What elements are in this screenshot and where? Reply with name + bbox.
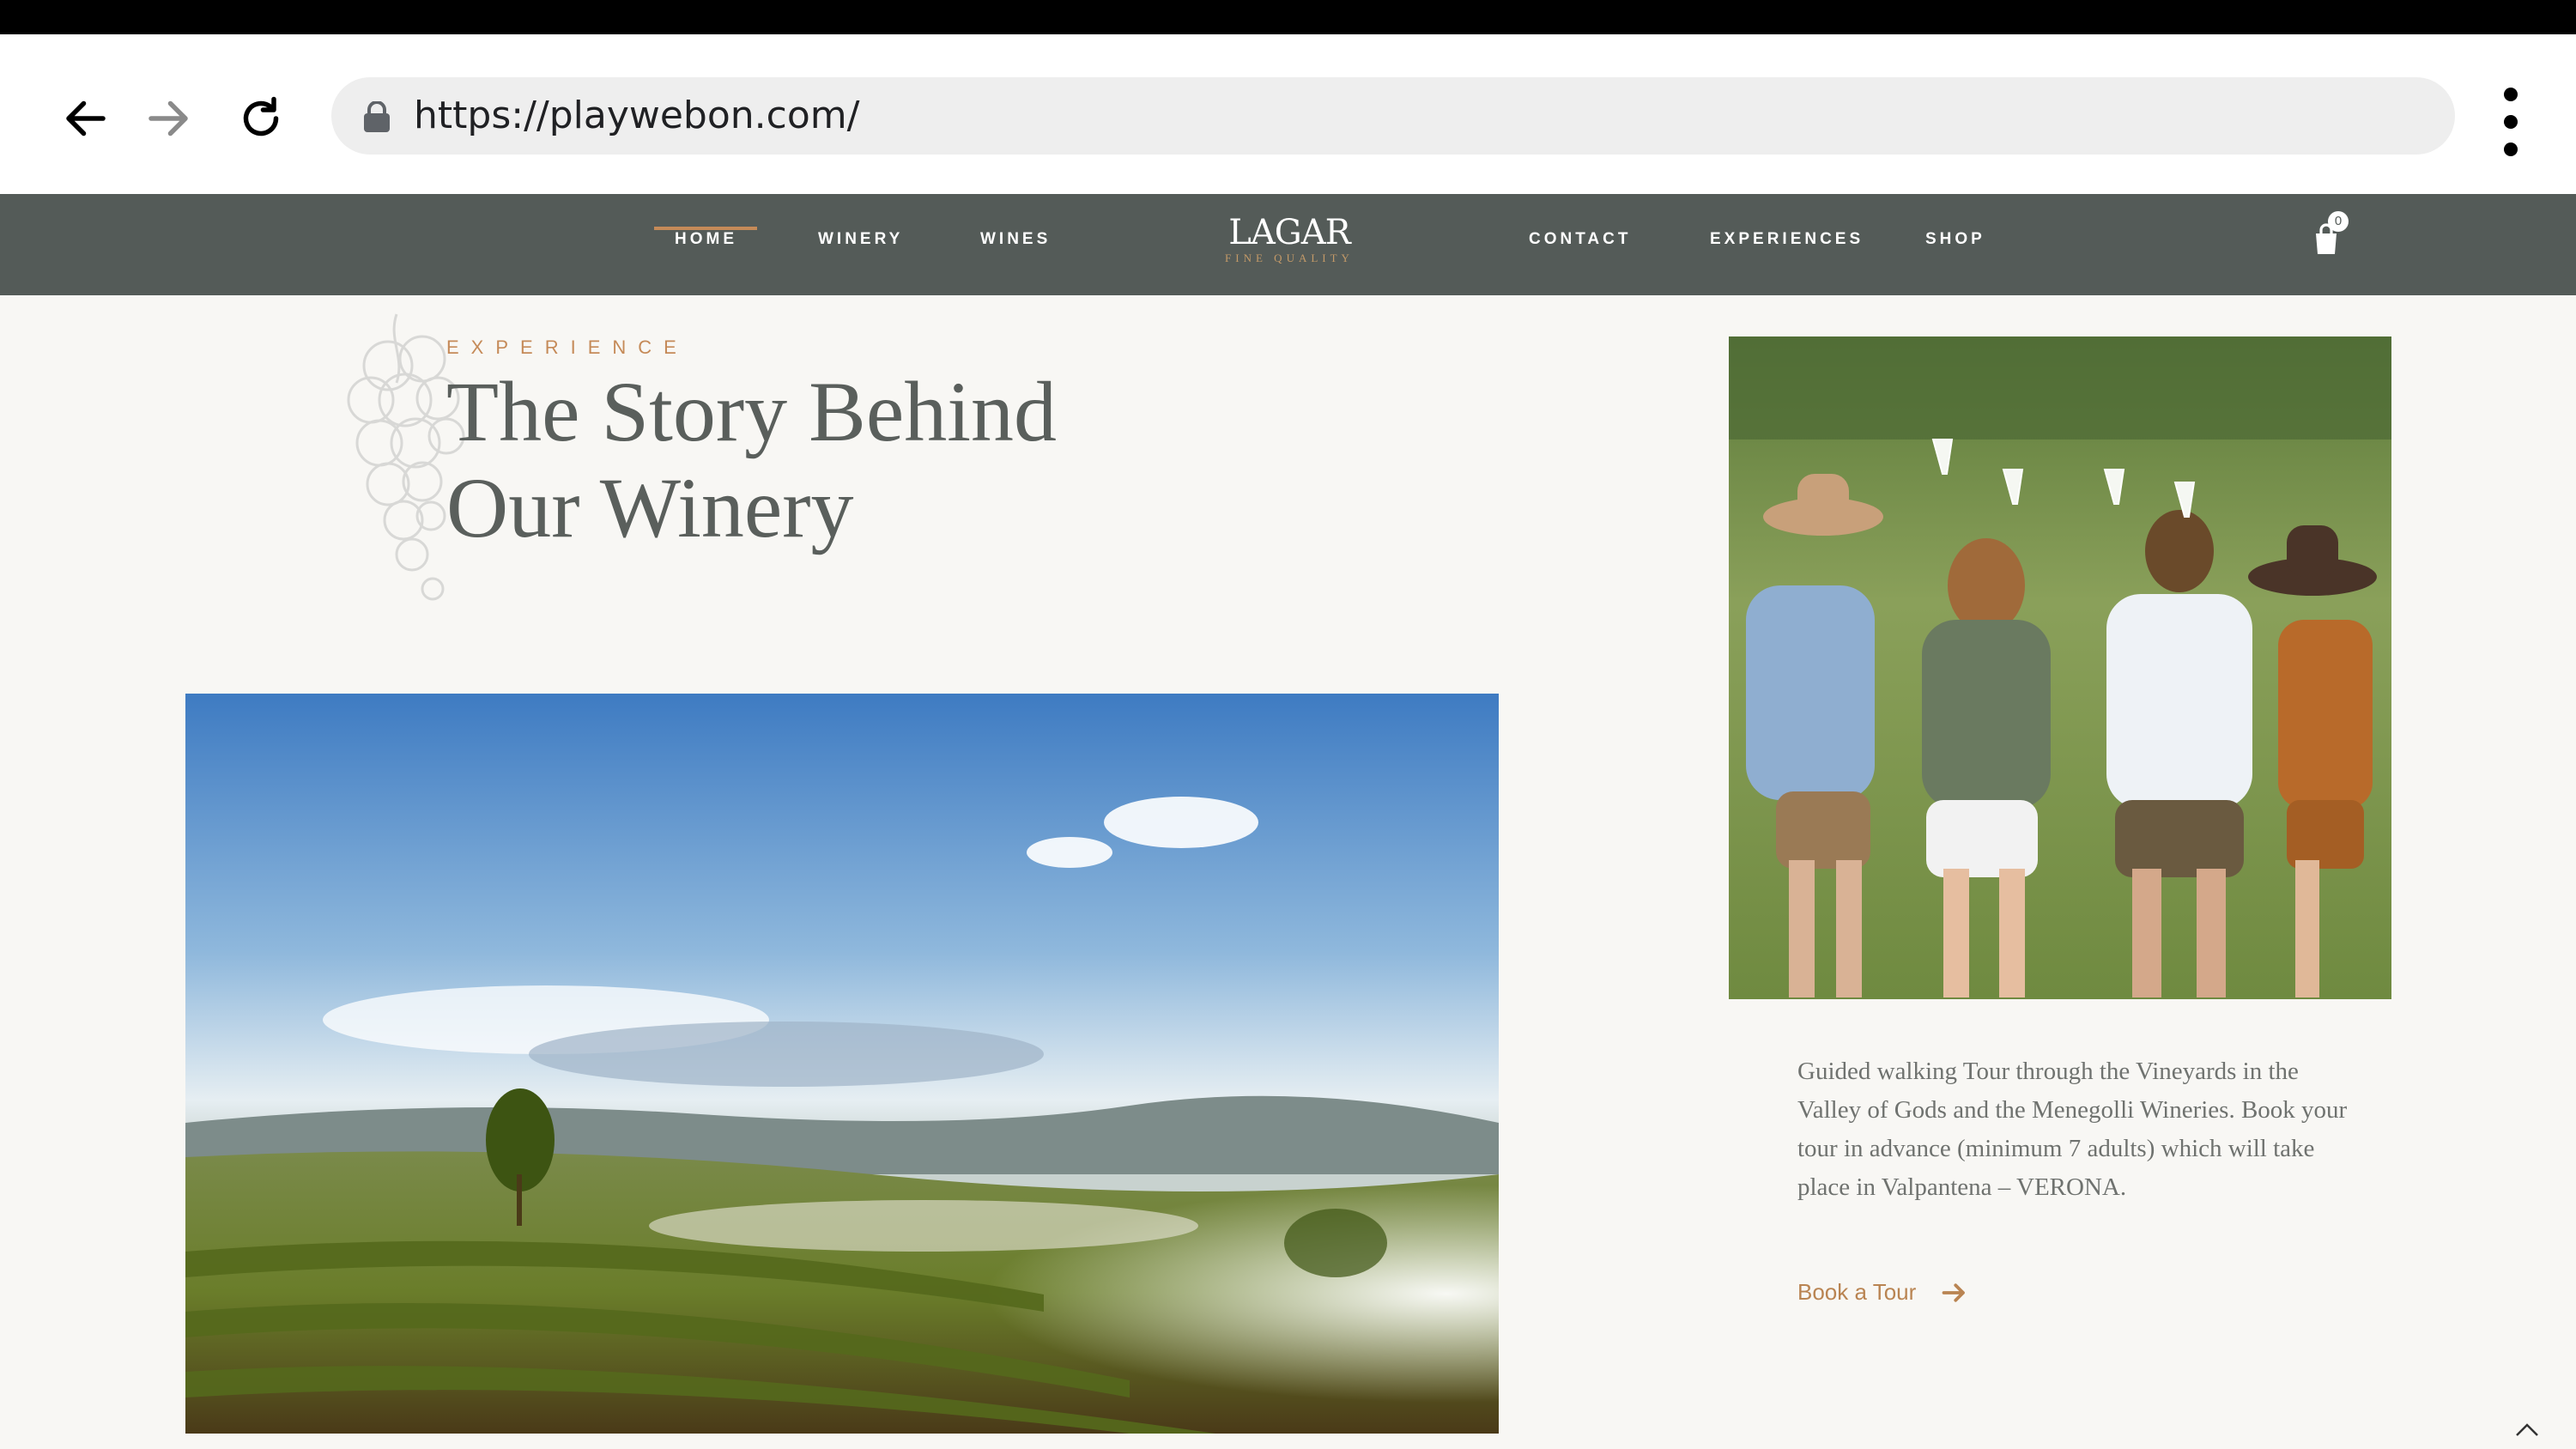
book-tour-link[interactable]: Book a Tour	[1797, 1279, 1967, 1306]
chevron-up-icon[interactable]	[2513, 1420, 2541, 1440]
nav-wines[interactable]: WINES	[980, 230, 1051, 249]
lock-icon	[364, 101, 390, 132]
logo-tagline: FINE QUALITY	[1225, 252, 1354, 264]
section-eyebrow: EXPERIENCE	[446, 336, 688, 358]
title-line-2: Our Winery	[446, 460, 854, 555]
site-logo[interactable]: LAGAR FINE QUALITY	[1212, 215, 1367, 266]
url-text: https://playwebon.com/	[414, 94, 860, 137]
forward-arrow-icon[interactable]	[132, 82, 204, 155]
nav-contact[interactable]: CONTACT	[1529, 230, 1631, 249]
nav-winery[interactable]: WINERY	[818, 230, 903, 249]
address-bar[interactable]: https://playwebon.com/	[331, 77, 2455, 155]
status-bar	[0, 0, 2576, 34]
cart-count-badge: 0	[2328, 211, 2349, 232]
book-tour-label: Book a Tour	[1797, 1279, 1917, 1305]
browser-toolbar: https://playwebon.com/	[0, 34, 2576, 194]
tour-description: Guided walking Tour through the Vineyard…	[1797, 1058, 2348, 1201]
arrow-right-icon	[1942, 1282, 1966, 1302]
vineyard-landscape-image	[185, 694, 1499, 1434]
kebab-menu-icon[interactable]	[2489, 88, 2532, 156]
back-arrow-icon[interactable]	[50, 82, 122, 155]
page-title: The Story Behind Our Winery	[446, 364, 1057, 556]
title-line-1: The Story Behind	[446, 364, 1058, 459]
nav-experiences[interactable]: EXPERIENCES	[1710, 230, 1864, 249]
logo-wordmark: LAGAR	[1228, 213, 1350, 252]
reload-icon[interactable]	[225, 82, 297, 155]
nav-shop[interactable]: SHOP	[1925, 230, 1985, 249]
wine-tasting-group-image	[1729, 336, 2391, 999]
nav-home[interactable]: HOME	[675, 230, 737, 249]
